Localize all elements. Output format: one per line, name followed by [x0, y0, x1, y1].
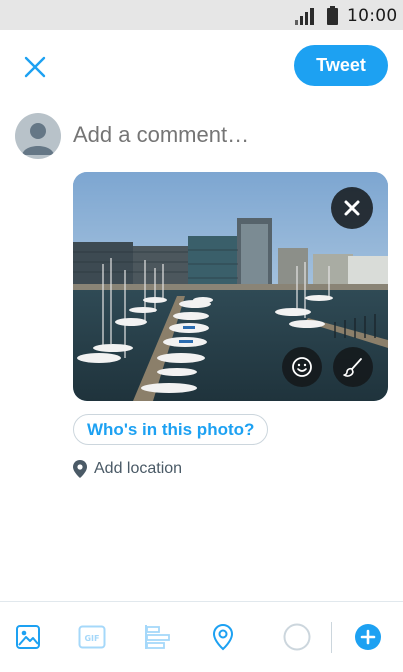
poll-button[interactable]	[143, 622, 173, 652]
status-bar: 10:00	[0, 0, 403, 30]
tag-people-button[interactable]: Who's in this photo?	[73, 414, 269, 445]
add-thread-button[interactable]	[353, 622, 383, 652]
add-location-button[interactable]: Add location	[73, 458, 182, 480]
svg-text:GIF: GIF	[84, 634, 99, 643]
add-thread-icon	[355, 624, 381, 650]
poll-icon	[145, 625, 170, 649]
location-pin-icon	[73, 460, 87, 478]
add-sticker-button[interactable]	[282, 347, 322, 387]
avatar	[15, 113, 61, 159]
add-location-label: Add location	[94, 460, 183, 477]
smiley-icon	[292, 357, 312, 377]
toolbar-divider	[331, 622, 332, 653]
remove-photo-button[interactable]	[331, 187, 373, 229]
signal-icon	[295, 8, 314, 25]
location-icon	[212, 623, 234, 651]
gif-icon: GIF	[78, 625, 106, 649]
character-counter-ring	[283, 623, 311, 651]
status-time: 10:00	[347, 6, 398, 26]
compose-toolbar: GIF	[0, 601, 403, 672]
edit-photo-button[interactable]	[333, 347, 373, 387]
battery-icon	[327, 6, 338, 25]
close-icon	[24, 56, 46, 78]
gif-button[interactable]: GIF	[77, 622, 107, 652]
gallery-button[interactable]	[13, 622, 43, 652]
character-counter	[281, 621, 313, 653]
default-avatar-icon	[22, 123, 54, 155]
tweet-button[interactable]: Tweet	[294, 45, 388, 86]
comment-input[interactable]	[73, 118, 373, 152]
close-button[interactable]	[18, 50, 52, 84]
gallery-icon	[16, 625, 40, 649]
location-button[interactable]	[208, 622, 238, 652]
close-icon	[344, 200, 360, 216]
paintbrush-icon	[343, 358, 362, 377]
